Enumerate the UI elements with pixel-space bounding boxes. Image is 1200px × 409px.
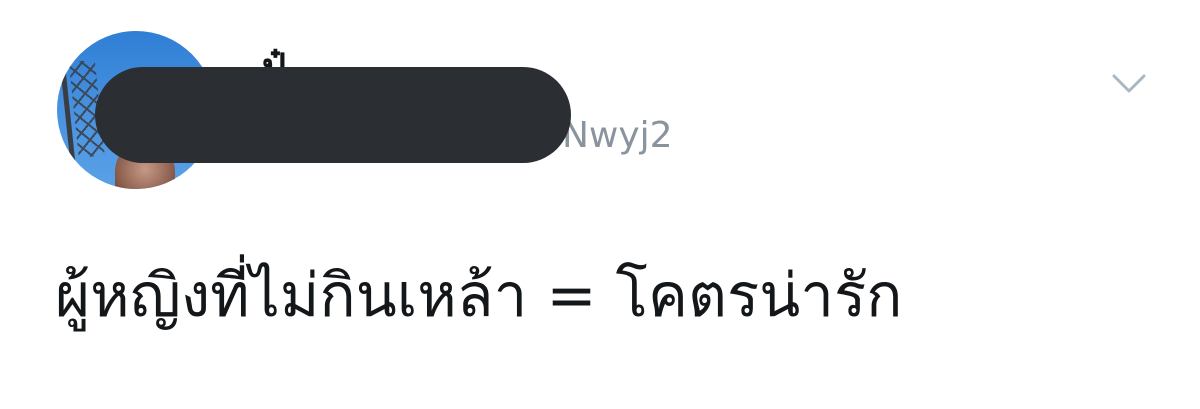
chevron-down-icon[interactable] [1111, 70, 1147, 98]
tweet-text: ผู้หญิงที่ไม่กินเหล้า = โคตรน่ารัก [55, 261, 903, 331]
author-handle[interactable]: Nwyj2 [562, 118, 673, 154]
redaction-bar [95, 67, 571, 163]
